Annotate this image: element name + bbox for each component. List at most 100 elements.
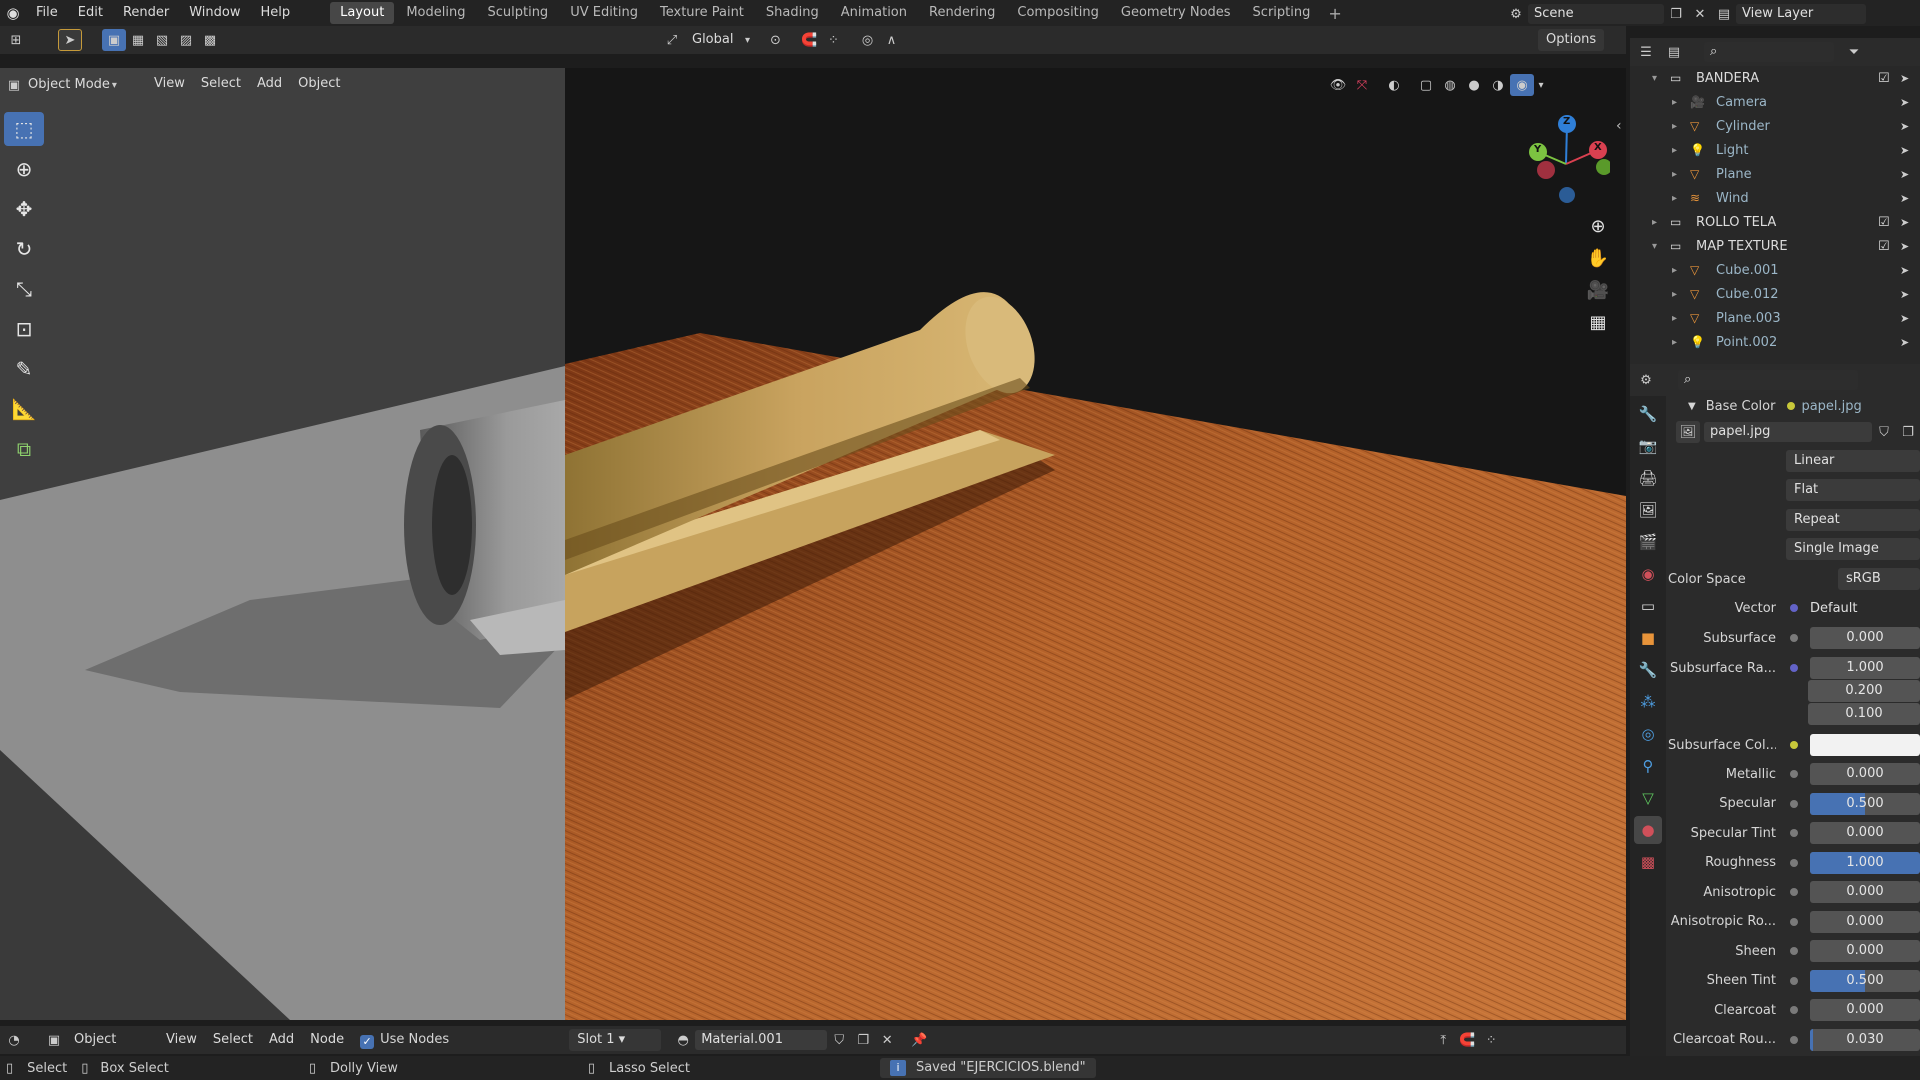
selectable-arrow-icon[interactable]: ➤ [1900, 120, 1909, 133]
slider-field[interactable]: 0.000 [1810, 763, 1920, 785]
viewport-menu-select[interactable]: Select [193, 73, 249, 95]
outliner-row[interactable]: ▸ ▽ Cube.001 ➤ [1630, 258, 1920, 282]
tab-modeling[interactable]: Modeling [396, 2, 475, 24]
cursor-tool-icon[interactable]: ⊕ [4, 152, 44, 186]
data-tab-icon[interactable]: ▽ [1634, 784, 1662, 812]
select-mode-extend-icon[interactable]: ▦ [126, 29, 150, 51]
select-box-tool-icon[interactable]: ⬚ [4, 112, 44, 146]
scene-field[interactable]: Scene [1528, 4, 1664, 24]
chevron-right-icon[interactable]: ▸ [1672, 337, 1684, 348]
subsurface-color-swatch[interactable] [1810, 734, 1920, 756]
unlink-material-icon[interactable]: ✕ [875, 1029, 899, 1051]
checkbox-icon[interactable]: ☑ [1878, 239, 1890, 254]
selectable-arrow-icon[interactable]: ➤ [1900, 72, 1909, 85]
add-cube-tool-icon[interactable]: ⧉ [4, 432, 44, 466]
proportional-edit-icon[interactable]: ◎ [855, 29, 879, 51]
outliner-row[interactable]: ▸ ▭ ROLLO TELA ☑ ➤ [1630, 210, 1920, 234]
base-color-link[interactable]: papel.jpg [1801, 399, 1861, 414]
fake-user-icon[interactable]: ⛉ [1872, 421, 1896, 443]
menu-file[interactable]: File [26, 0, 68, 26]
tab-sculpting[interactable]: Sculpting [477, 2, 558, 24]
slider-field[interactable]: 1.000 [1810, 851, 1920, 874]
properties-search-input[interactable]: ⌕ [1678, 370, 1858, 390]
tab-animation[interactable]: Animation [831, 2, 917, 24]
move-tool-icon[interactable]: ✥ [4, 192, 44, 226]
zoom-icon[interactable]: ⊕ [1582, 210, 1614, 242]
slot-dropdown[interactable]: Slot 1 ▾ [569, 1029, 662, 1051]
chevron-down-icon[interactable]: ▾ [1652, 73, 1664, 84]
rendered-shading-icon[interactable]: ◉ [1510, 74, 1534, 96]
view-layer-field[interactable]: View Layer [1736, 4, 1866, 24]
chevron-right-icon[interactable]: ▸ [1672, 193, 1684, 204]
menu-help[interactable]: Help [251, 0, 301, 26]
chevron-down-icon[interactable]: ▾ [1652, 241, 1664, 252]
menu-render[interactable]: Render [113, 0, 179, 26]
material-browse-icon[interactable]: ◓ [671, 1029, 695, 1051]
falloff-icon[interactable]: ∧ [879, 29, 903, 51]
selectable-arrow-icon[interactable]: ➤ [1900, 192, 1909, 205]
blender-logo-icon[interactable]: ◉ [0, 4, 26, 22]
chevron-right-icon[interactable]: ▸ [1652, 217, 1664, 228]
outliner-row[interactable]: ▸ 💡 Point.002 ➤ [1630, 330, 1920, 354]
tab-uv-editing[interactable]: UV Editing [560, 2, 648, 24]
display-mode-icon[interactable]: ▤ [1662, 41, 1686, 63]
shader-menu-add[interactable]: Add [261, 1029, 302, 1051]
checkbox-icon[interactable]: ☑ [1878, 215, 1890, 230]
particles-tab-icon[interactable]: ⁂ [1634, 688, 1662, 716]
select-mode-subtract-icon[interactable]: ▧ [150, 29, 174, 51]
annotate-tool-icon[interactable]: ✎ [4, 352, 44, 386]
slider-field[interactable]: 0.000 [1810, 910, 1920, 933]
extension-dropdown[interactable]: Repeat [1786, 509, 1920, 531]
scene-tab-icon[interactable]: 🎬 [1634, 528, 1662, 556]
outliner-row[interactable]: ▸ ▽ Cube.012 ➤ [1630, 282, 1920, 306]
physics-tab-icon[interactable]: ◎ [1634, 720, 1662, 748]
slider-field[interactable]: 0.000 [1810, 881, 1920, 903]
menu-edit[interactable]: Edit [68, 0, 113, 26]
chevron-down-icon[interactable]: ▾ [1534, 74, 1548, 96]
snap-icon[interactable]: 🧲 [797, 29, 821, 51]
selectable-arrow-icon[interactable]: ➤ [1900, 288, 1909, 301]
chevron-right-icon[interactable]: ▸ [1672, 169, 1684, 180]
snap-icon[interactable]: 🧲 [1455, 1029, 1479, 1051]
world-tab-icon[interactable]: ◉ [1634, 560, 1662, 588]
wireframe-shading-icon[interactable]: ◍ [1438, 74, 1462, 96]
chevron-right-icon[interactable]: ▸ [1672, 265, 1684, 276]
scale-tool-icon[interactable]: ⤡ [4, 272, 44, 306]
interpolation-dropdown[interactable]: Linear [1786, 450, 1920, 472]
checkbox-icon[interactable]: ☑ [1878, 71, 1890, 86]
outliner-row[interactable]: ▸ 🎥 Camera ➤ [1630, 90, 1920, 114]
xray-toggle-icon[interactable]: ▢ [1414, 74, 1438, 96]
outliner-row[interactable]: ▸ ▽ Plane ➤ [1630, 162, 1920, 186]
select-mode-intersect-icon[interactable]: ▩ [198, 29, 222, 51]
image-browse-icon[interactable]: 🖼 [1676, 421, 1700, 443]
use-nodes-checkbox[interactable]: ✓ Use Nodes [360, 1032, 449, 1049]
transform-orientation-dropdown[interactable]: Global [684, 29, 741, 51]
shader-menu-view[interactable]: View [158, 1029, 205, 1051]
subsurface-radius-x-field[interactable]: 1.000 [1810, 657, 1920, 679]
material-shading-icon[interactable]: ◑ [1486, 74, 1510, 96]
tab-geometry-nodes[interactable]: Geometry Nodes [1111, 2, 1241, 24]
chevron-down-icon[interactable]: ▼ [1688, 401, 1696, 412]
viewport-menu-object[interactable]: Object [290, 73, 348, 95]
select-mode-invert-icon[interactable]: ▨ [174, 29, 198, 51]
material-name-field[interactable]: Material.001 [695, 1030, 828, 1050]
slider-field[interactable]: 0.000 [1810, 940, 1920, 962]
solid-shading-icon[interactable]: ● [1462, 74, 1486, 96]
tab-texture-paint[interactable]: Texture Paint [650, 2, 754, 24]
selectable-arrow-icon[interactable]: ➤ [1900, 312, 1909, 325]
rotate-tool-icon[interactable]: ↻ [4, 232, 44, 266]
delete-scene-icon[interactable]: ✕ [1688, 3, 1712, 25]
gizmo-toggle-icon[interactable]: ⤧ [1350, 74, 1374, 96]
3d-viewport[interactable] [0, 68, 1626, 1020]
measure-tool-icon[interactable]: 📐 [4, 392, 44, 426]
outliner-row[interactable]: ▸ ▽ Plane.003 ➤ [1630, 306, 1920, 330]
mode-dropdown[interactable]: Object Mode [26, 74, 112, 96]
pan-hand-icon[interactable]: ✋ [1582, 242, 1614, 274]
parent-node-tree-icon[interactable]: ⤒ [1431, 1029, 1455, 1051]
slider-field[interactable]: 0.000 [1810, 822, 1920, 844]
subsurface-field[interactable]: 0.000 [1810, 627, 1920, 649]
filter-icon[interactable]: ⏷ [1842, 41, 1866, 63]
chevron-right-icon[interactable]: ▸ [1672, 313, 1684, 324]
view-layer-tab-icon[interactable]: 🖼 [1634, 496, 1662, 524]
image-name-field[interactable]: papel.jpg [1704, 422, 1872, 442]
